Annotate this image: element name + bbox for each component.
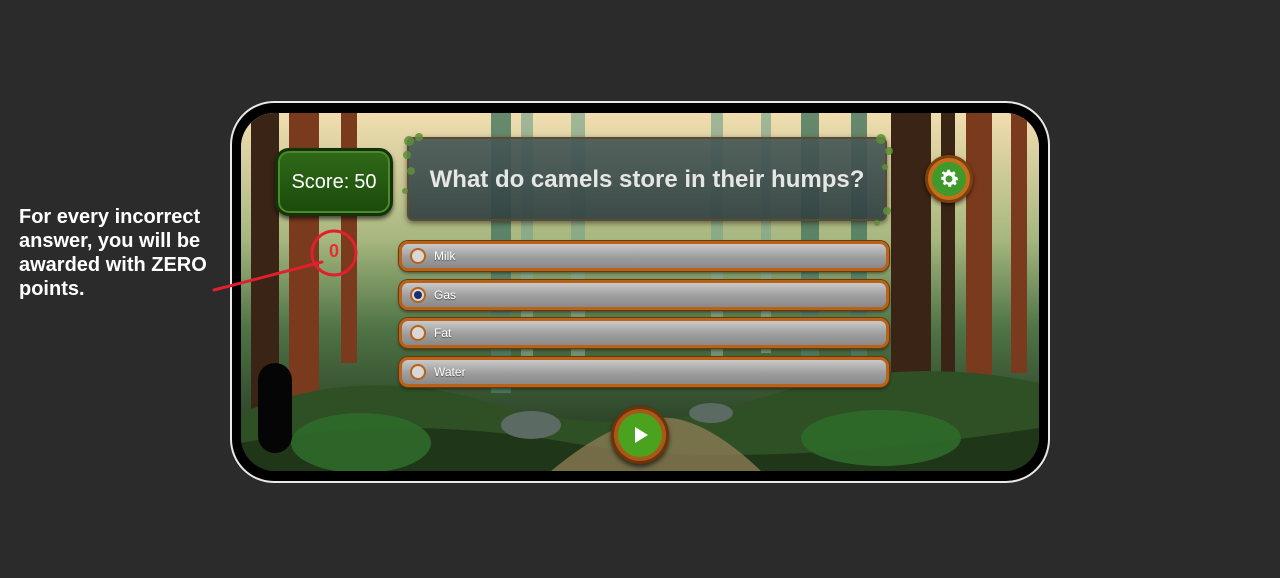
camera-notch: [258, 363, 292, 453]
option-gas[interactable]: Gas: [399, 279, 889, 310]
game-screen: Score: 50 0 What do camels store in thei…: [241, 113, 1039, 471]
play-icon: [635, 427, 648, 443]
option-label: Fat: [434, 326, 452, 340]
vine-decoration: [402, 133, 893, 226]
annotation-text: For every incorrect answer, you will be …: [19, 206, 207, 300]
settings-button[interactable]: [925, 155, 973, 203]
answer-options: Milk Gas Fat Water: [399, 241, 889, 395]
radio-gas[interactable]: [410, 286, 426, 303]
score-label: Score:: [291, 170, 350, 193]
zero-points-marker: 0: [329, 241, 340, 261]
option-label: Water: [434, 364, 466, 379]
gear-icon: [941, 169, 959, 187]
radio-milk[interactable]: [410, 248, 426, 264]
radio-water[interactable]: [410, 363, 426, 380]
radio-fat[interactable]: [410, 325, 426, 341]
option-milk[interactable]: Milk: [399, 241, 889, 271]
option-water[interactable]: Water: [399, 356, 889, 387]
option-label: Gas: [434, 287, 457, 302]
option-fat[interactable]: Fat: [399, 318, 889, 348]
play-button[interactable]: [611, 406, 669, 464]
option-label: Milk: [434, 249, 456, 263]
phone-frame: Score: 50 0 What do camels store in thei…: [230, 101, 1050, 483]
score-badge: Score: 50: [275, 148, 393, 216]
score-value: 50: [354, 170, 377, 193]
